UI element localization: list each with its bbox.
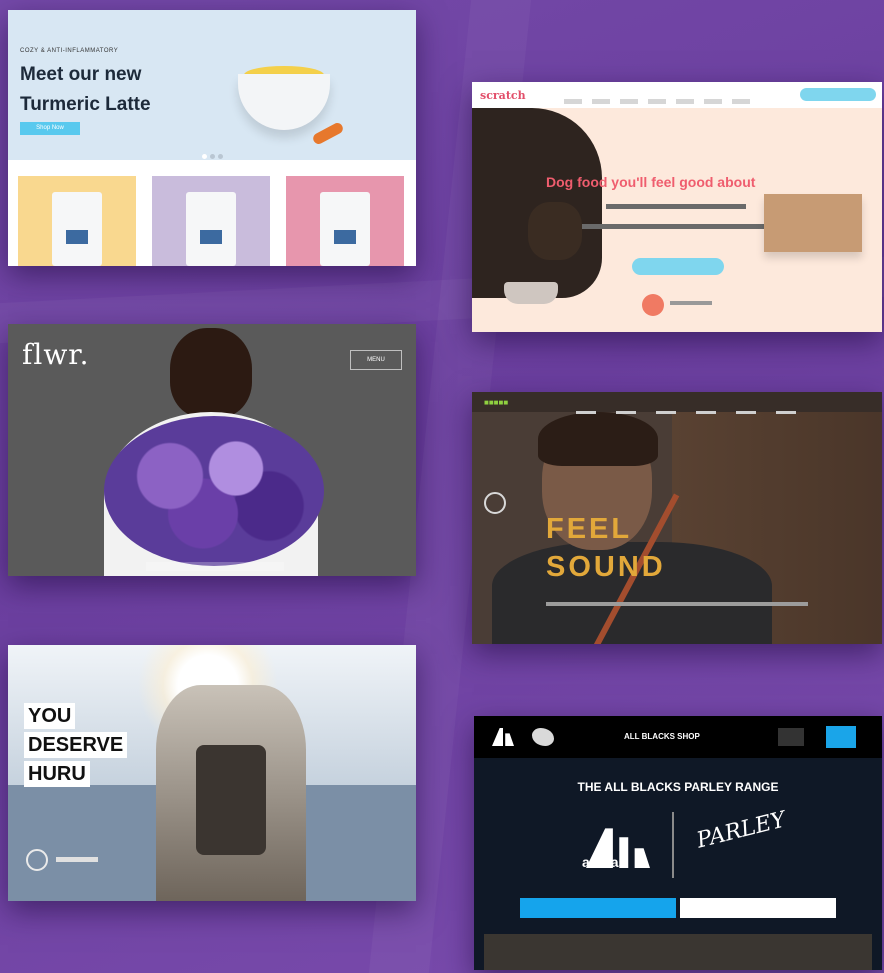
scratch-nav-button[interactable] — [800, 88, 876, 101]
scratch-headline: Dog food you'll feel good about — [546, 174, 756, 190]
flwr-site-card[interactable]: flwr. MENU — [8, 324, 416, 576]
product-tile[interactable] — [286, 176, 404, 266]
shop-men-button[interactable] — [520, 898, 676, 918]
feel-sound-site-card[interactable]: ■■■■■ FEEL SOUND — [472, 392, 882, 644]
dog-image — [472, 108, 602, 298]
scratch-badge-text — [670, 301, 712, 305]
cart-button[interactable] — [826, 726, 856, 748]
flwr-logo[interactable]: flwr. — [22, 338, 90, 371]
huru-site-card[interactable]: YOU DESERVE HURU — [8, 645, 416, 901]
scratch-badge-icon — [642, 294, 664, 316]
parley-range-title: THE ALL BLACKS PARLEY RANGE — [577, 780, 779, 794]
sound-logo[interactable]: ■■■■■ — [484, 398, 508, 407]
adidas-logo-icon[interactable] — [492, 728, 514, 746]
person-head-image — [170, 328, 252, 418]
scratch-cta-button[interactable] — [632, 258, 724, 275]
sound-headline-line: FEEL — [546, 513, 633, 545]
scratch-subtext — [606, 204, 746, 209]
sound-headline: FEEL SOUND — [546, 510, 666, 586]
all-blacks-site-card[interactable]: ALL BLACKS SHOP THE ALL BLACKS PARLEY RA… — [474, 716, 882, 970]
backpack-image — [196, 745, 266, 855]
sound-nav-links[interactable] — [576, 401, 816, 419]
product-pack-image — [52, 192, 102, 266]
huru-headline: YOU DESERVE HURU — [24, 703, 128, 790]
shop-women-button[interactable] — [680, 898, 836, 918]
bouquet-image — [104, 416, 324, 566]
product-tile[interactable] — [152, 176, 270, 266]
dog-head-image — [528, 202, 582, 260]
scratch-subtext — [582, 224, 770, 229]
turmeric-cta-button[interactable]: Shop Now — [20, 122, 80, 135]
scratch-nav-links[interactable] — [564, 91, 760, 109]
huru-headline-line: DESERVE — [24, 732, 128, 758]
product-pack-image — [186, 192, 236, 266]
dog-bowl-image — [504, 282, 558, 304]
parley-wordmark: PARLEY — [694, 807, 789, 854]
sound-play-icon[interactable] — [484, 492, 506, 514]
product-image-strip — [484, 934, 872, 970]
brand-divider — [672, 812, 674, 878]
fern-logo-icon[interactable] — [532, 728, 554, 746]
product-tile[interactable] — [18, 176, 136, 266]
flwr-menu-button[interactable]: MENU — [350, 350, 402, 370]
sound-caption — [546, 602, 808, 606]
scratch-nav: scratch — [472, 82, 882, 108]
huru-headline-line: YOU — [24, 703, 76, 729]
all-blacks-nav: ALL BLACKS SHOP — [474, 716, 882, 758]
carousel-dots[interactable] — [202, 146, 226, 164]
huru-play-icon[interactable] — [26, 849, 48, 871]
scratch-logo[interactable]: scratch — [480, 89, 526, 102]
flwr-caption-bar — [146, 562, 284, 571]
all-blacks-shop-title: ALL BLACKS SHOP — [624, 732, 700, 741]
scratch-box-image — [764, 194, 862, 252]
search-button[interactable] — [778, 728, 804, 746]
adidas-wordmark: adidas — [582, 854, 627, 870]
turmeric-title: Meet our new Turmeric Latte — [20, 64, 151, 115]
huru-label — [56, 857, 98, 862]
huru-headline-line: HURU — [24, 761, 90, 787]
scratch-site-card[interactable]: scratch Dog food you'll feel good about — [472, 82, 882, 332]
product-pack-image — [320, 192, 370, 266]
person-hair-image — [538, 412, 658, 466]
sound-nav: ■■■■■ — [472, 392, 882, 414]
sound-headline-line: SOUND — [546, 551, 666, 583]
turmeric-site-card[interactable]: COZY & ANTI-INFLAMMATORY Meet our new Tu… — [8, 10, 416, 266]
turmeric-eyebrow: COZY & ANTI-INFLAMMATORY — [20, 48, 119, 54]
